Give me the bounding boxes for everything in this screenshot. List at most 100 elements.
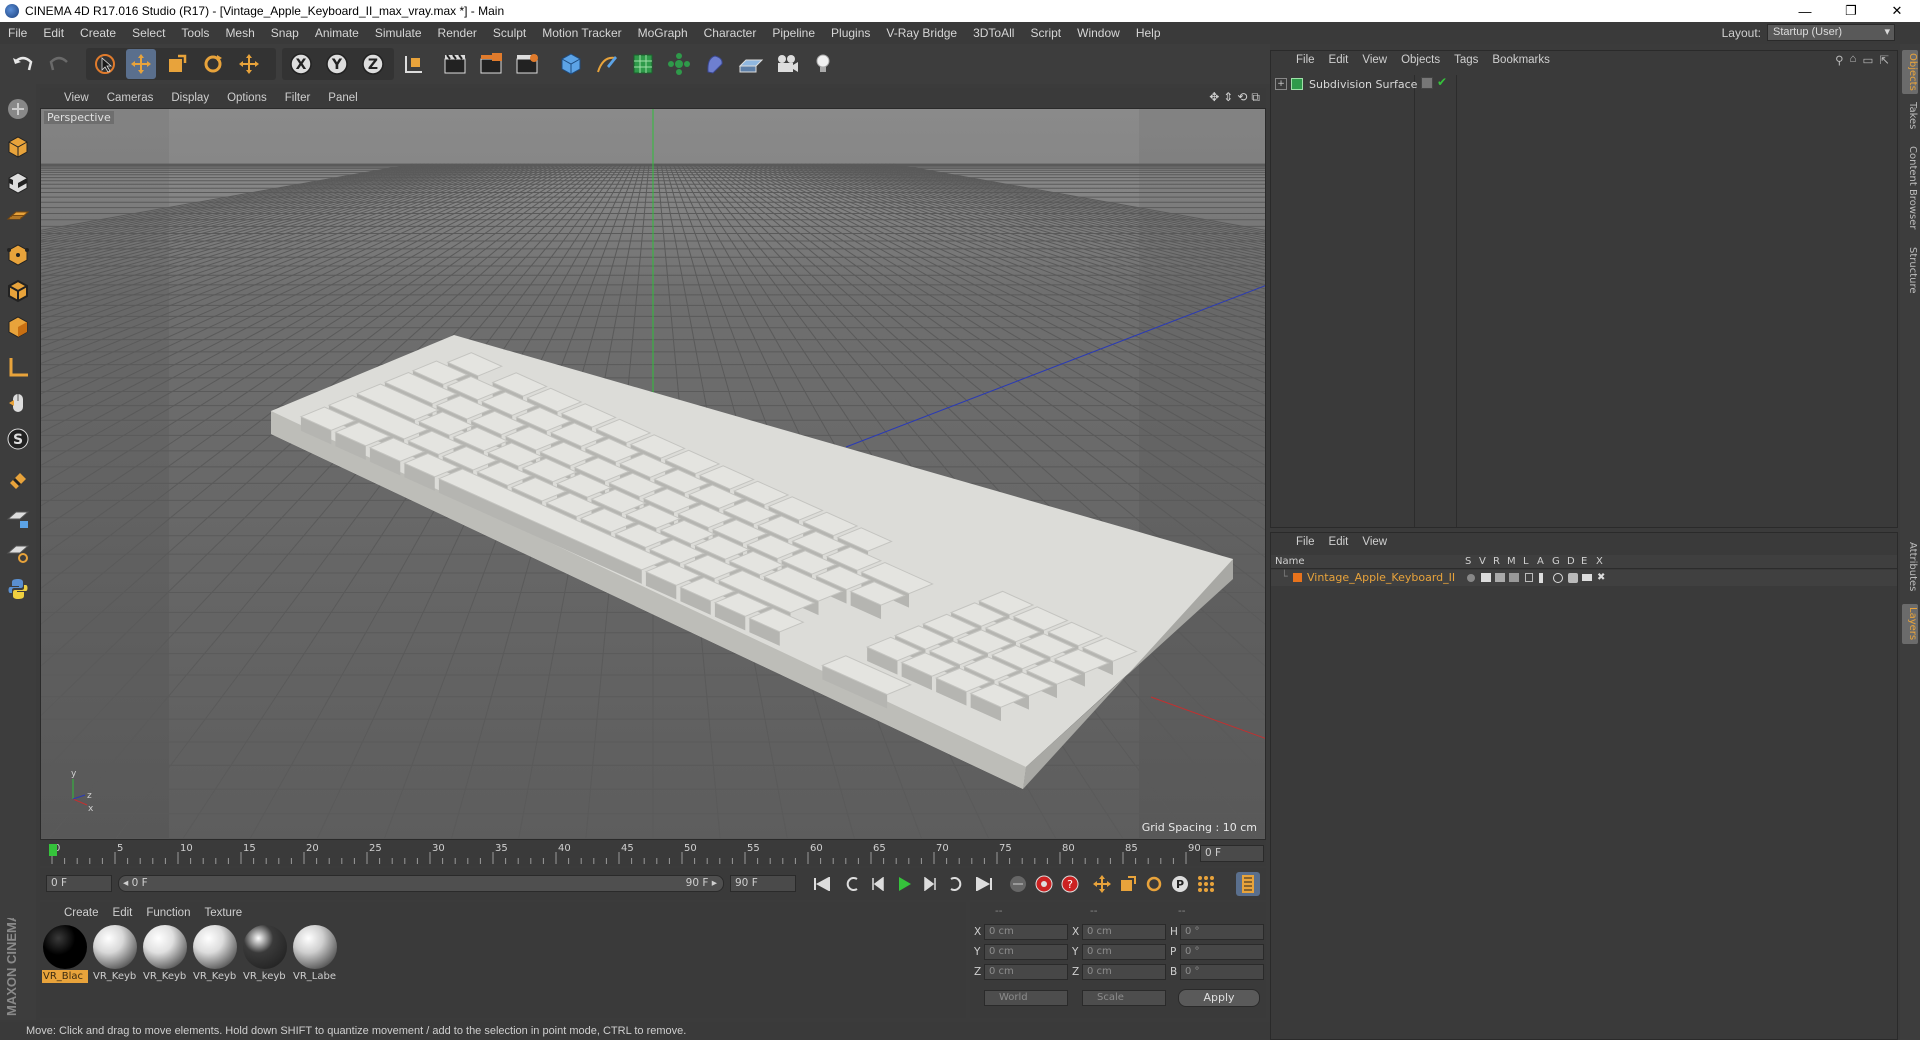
- material-5[interactable]: VR_Labe: [292, 924, 338, 984]
- autokeying-icon[interactable]: ?: [1058, 872, 1082, 896]
- menu-3dtoall[interactable]: 3DToAll: [965, 26, 1022, 40]
- menu-window[interactable]: Window: [1069, 26, 1128, 40]
- redo-icon[interactable]: [44, 49, 74, 79]
- perspective-viewport[interactable]: y x z Perspective Grid Spacing : 10 cm: [40, 108, 1266, 840]
- minimize-panel-icon[interactable]: ▭: [1862, 53, 1873, 67]
- menu-motion-tracker[interactable]: Motion Tracker: [534, 26, 629, 40]
- render-toggle-icon[interactable]: [1495, 573, 1505, 582]
- material-2[interactable]: VR_Keyb: [142, 924, 188, 984]
- rotate-view-icon[interactable]: ⟲: [1237, 90, 1247, 105]
- frame-range-slider[interactable]: ◂ 0 F 90 F ▸: [118, 875, 724, 892]
- material-menu-create[interactable]: Create: [40, 907, 106, 919]
- previous-frame-icon[interactable]: [866, 872, 890, 896]
- python-icon[interactable]: [3, 574, 33, 604]
- next-frame-icon[interactable]: [918, 872, 942, 896]
- key-scale-icon[interactable]: [1116, 872, 1140, 896]
- generators-toggle-icon[interactable]: [1553, 573, 1563, 583]
- record-active-objects-icon[interactable]: [1032, 872, 1056, 896]
- menu-render[interactable]: Render: [430, 26, 485, 40]
- maximize-view-icon[interactable]: ⧉: [1251, 90, 1260, 105]
- move-tool-icon[interactable]: [126, 49, 156, 79]
- material-1[interactable]: VR_Keyb: [92, 924, 138, 984]
- pan-view-icon[interactable]: ✥: [1209, 90, 1219, 105]
- size-mode-dropdown[interactable]: Scale: [1082, 990, 1166, 1006]
- z-axis-lock-icon[interactable]: Z: [358, 49, 388, 79]
- material-4[interactable]: VR_keyb: [242, 924, 288, 984]
- object-tree[interactable]: + Subdivision Surface ✔: [1271, 75, 1897, 527]
- viewport-menu-view[interactable]: View: [40, 92, 98, 104]
- close-button[interactable]: ✕: [1874, 0, 1920, 22]
- size-z-field[interactable]: 0 cm: [1082, 964, 1166, 980]
- menu-sculpt[interactable]: Sculpt: [485, 26, 534, 40]
- points-mode-icon[interactable]: [3, 240, 33, 270]
- coordinate-system-icon[interactable]: [398, 49, 428, 79]
- menu-mograph[interactable]: MoGraph: [630, 26, 696, 40]
- key-parameter-icon[interactable]: P: [1168, 872, 1192, 896]
- viewport-menu-options[interactable]: Options: [218, 92, 276, 104]
- position-z-field[interactable]: 0 cm: [984, 964, 1068, 980]
- xref-toggle-icon[interactable]: ✖: [1597, 572, 1605, 583]
- undo-icon[interactable]: [8, 49, 38, 79]
- zoom-view-icon[interactable]: ⇕: [1223, 90, 1233, 105]
- minimize-button[interactable]: —: [1782, 0, 1828, 22]
- home-icon[interactable]: ⌂: [1850, 53, 1857, 67]
- go-to-end-icon[interactable]: [972, 872, 996, 896]
- enable-axis-icon[interactable]: [3, 352, 33, 382]
- menu-help[interactable]: Help: [1128, 26, 1169, 40]
- start-frame-field[interactable]: 0 F: [46, 875, 112, 892]
- camera-icon[interactable]: [772, 49, 802, 79]
- position-y-field[interactable]: 0 cm: [984, 944, 1068, 960]
- previous-keyframe-icon[interactable]: [840, 872, 864, 896]
- search-icon[interactable]: ⚲: [1835, 53, 1843, 67]
- panel-options-icon[interactable]: ⇱: [1879, 53, 1889, 67]
- menu-plugins[interactable]: Plugins: [823, 26, 878, 40]
- tab-attributes[interactable]: Attributes: [1902, 536, 1918, 598]
- object-name[interactable]: Subdivision Surface: [1309, 78, 1417, 91]
- expressions-toggle-icon[interactable]: [1582, 574, 1592, 581]
- planar-workplane-icon[interactable]: [3, 538, 33, 568]
- tab-objects[interactable]: Objects: [1902, 50, 1918, 94]
- tab-content-browser[interactable]: Content Browser: [1902, 140, 1918, 236]
- tweak-mode-icon[interactable]: [3, 388, 33, 418]
- tab-layers[interactable]: Layers: [1902, 604, 1918, 644]
- menu-pipeline[interactable]: Pipeline: [764, 26, 823, 40]
- objects-menu-edit[interactable]: Edit: [1322, 54, 1356, 66]
- deformer-icon[interactable]: [700, 49, 730, 79]
- render-settings-icon[interactable]: [512, 49, 542, 79]
- rotation-b-field[interactable]: 0 °: [1180, 964, 1264, 980]
- transform-tool-icon[interactable]: [234, 49, 264, 79]
- timeline-ruler[interactable]: 0 5 10 15 20 25 30 35 40 45 50 55 60 65 70 75 80 85 90 0 F: [40, 840, 1266, 866]
- solo-toggle-icon[interactable]: [1467, 574, 1475, 582]
- objects-menu-view[interactable]: View: [1355, 54, 1394, 66]
- material-menu-function[interactable]: Function: [139, 907, 197, 919]
- menu-tools[interactable]: Tools: [173, 26, 217, 40]
- snap-icon[interactable]: S: [3, 424, 33, 454]
- layout-dropdown[interactable]: Startup (User): [1767, 24, 1895, 41]
- deformers-toggle-icon[interactable]: [1568, 573, 1578, 583]
- current-frame-field[interactable]: 0 F: [1200, 845, 1264, 862]
- layer-row[interactable]: └ Vintage_Apple_Keyboard_II ✖: [1271, 570, 1897, 586]
- manager-toggle-icon[interactable]: [1509, 573, 1519, 582]
- playhead[interactable]: [49, 844, 57, 856]
- motion-path-icon[interactable]: [1006, 872, 1030, 896]
- viewport-menu-cameras[interactable]: Cameras: [98, 92, 163, 104]
- key-position-icon[interactable]: [1090, 872, 1114, 896]
- size-x-field[interactable]: 0 cm: [1082, 924, 1166, 940]
- menu-script[interactable]: Script: [1022, 26, 1069, 40]
- x-axis-lock-icon[interactable]: X: [286, 49, 316, 79]
- texture-mode-icon[interactable]: [3, 168, 33, 198]
- subdivision-surface-icon[interactable]: [628, 49, 658, 79]
- make-editable-icon[interactable]: [3, 94, 33, 124]
- menu-file[interactable]: File: [0, 26, 35, 40]
- rotation-p-field[interactable]: 0 °: [1180, 944, 1264, 960]
- view-toggle-icon[interactable]: [1481, 573, 1491, 582]
- play-forward-icon[interactable]: [892, 872, 916, 896]
- position-x-field[interactable]: 0 cm: [984, 924, 1068, 940]
- y-axis-lock-icon[interactable]: Y: [322, 49, 352, 79]
- menu-vray-bridge[interactable]: V-Ray Bridge: [878, 26, 965, 40]
- animation-toggle-icon[interactable]: [1539, 573, 1543, 583]
- enabled-check-icon[interactable]: ✔: [1437, 75, 1447, 89]
- menu-select[interactable]: Select: [124, 26, 173, 40]
- rotation-h-field[interactable]: 0 °: [1180, 924, 1264, 940]
- rotate-tool-icon[interactable]: [198, 49, 228, 79]
